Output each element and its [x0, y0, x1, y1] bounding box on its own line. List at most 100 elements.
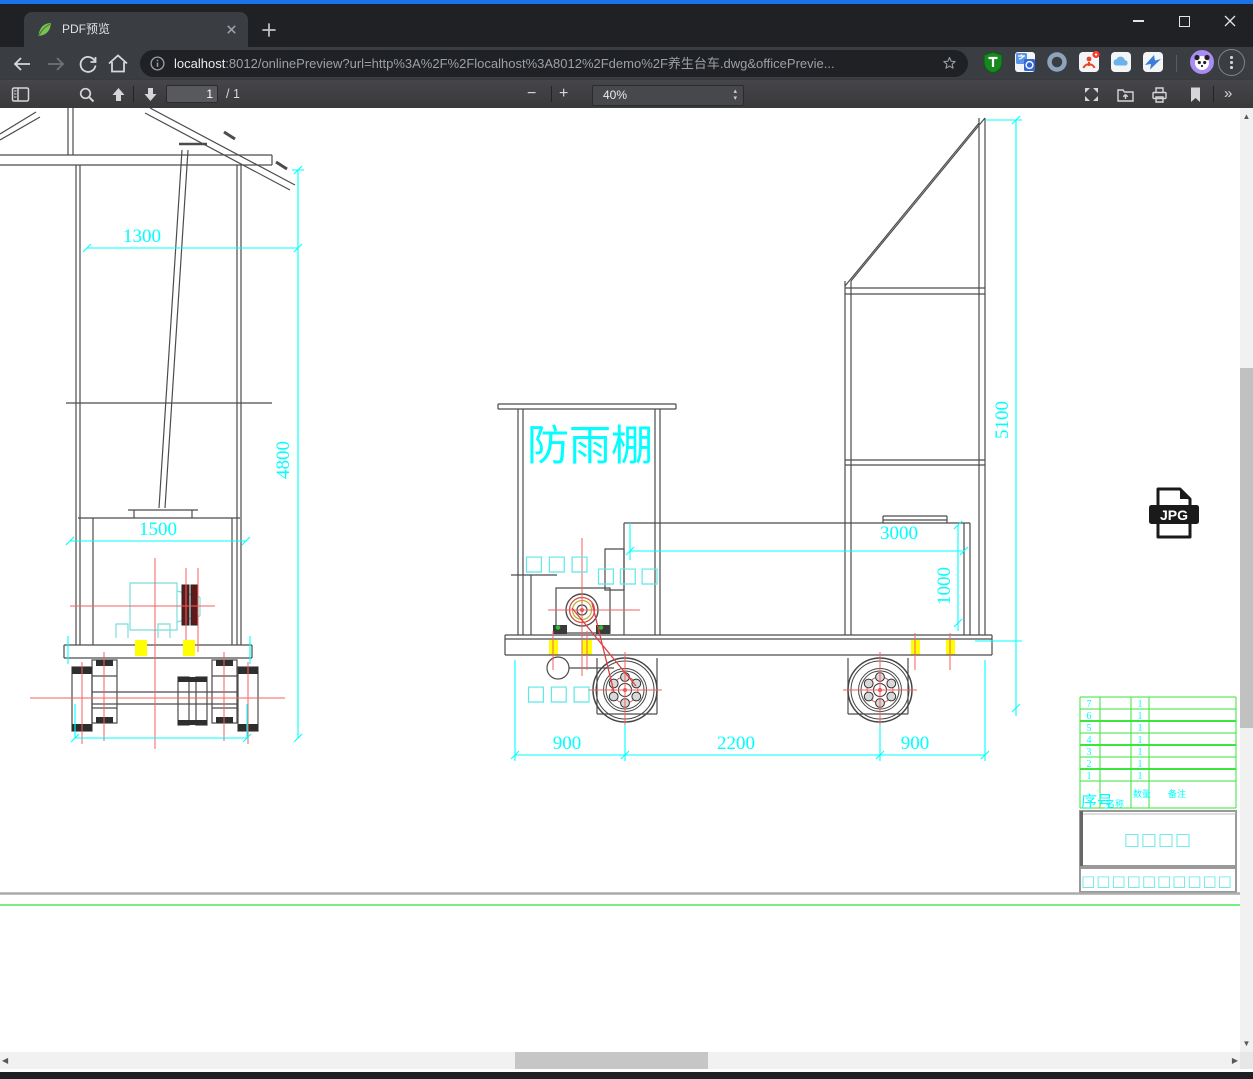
clamp-marks: [135, 640, 955, 656]
title-block-code: □□□□□□□□□□: [1081, 872, 1233, 890]
scroll-left-icon[interactable]: ◀: [2, 1052, 8, 1069]
cloud-icon[interactable]: [1109, 50, 1133, 74]
spinner-icon: ▴ ▾: [733, 87, 737, 102]
bom-no: 7: [1087, 699, 1092, 710]
bom-qty: 1: [1138, 711, 1143, 722]
page-number-input[interactable]: [166, 84, 218, 103]
more-tools-icon[interactable]: »: [1224, 80, 1232, 108]
bookmark-star-icon[interactable]: [941, 55, 958, 72]
scroll-right-icon[interactable]: ▶: [1232, 1052, 1238, 1069]
toolbar-separator: [1213, 86, 1214, 102]
pdf-toolbar: / 1 − + 40% ▴▾ »: [0, 80, 1253, 108]
print-icon[interactable]: [1150, 85, 1169, 104]
tab-close-icon[interactable]: [223, 21, 240, 38]
tab-pdf-preview[interactable]: PDF预览: [24, 12, 248, 47]
url-text[interactable]: localhost:8012/onlinePreview?url=http%3A…: [174, 50, 914, 77]
toolbar-separator: [1176, 55, 1177, 72]
zoom-level-select[interactable]: 40% ▴ ▾: [592, 84, 744, 106]
bom-header-name: 名称: [1106, 798, 1124, 809]
zoom-out-button[interactable]: −: [527, 80, 536, 108]
cad-drawing: 1300 4800 1500 防雨棚 □□□ □□□ □□□ 3000 1000…: [0, 108, 1240, 906]
zoom-in-button[interactable]: +: [559, 80, 568, 108]
bom-no: 3: [1087, 747, 1092, 758]
bom-no: 6: [1087, 711, 1092, 722]
bom-qty: 1: [1138, 759, 1143, 770]
bom-qty: 1: [1138, 747, 1143, 758]
back-icon[interactable]: [9, 51, 35, 77]
close-window-button[interactable]: [1207, 4, 1253, 38]
minimize-button[interactable]: [1115, 4, 1161, 38]
scroll-up-icon[interactable]: ▲: [1240, 110, 1253, 123]
address-bar[interactable]: localhost:8012/onlinePreview?url=http%3A…: [140, 50, 968, 77]
url-path: :8012/onlinePreview?url=http%3A%2F%2Floc…: [225, 56, 835, 71]
front-view: [0, 108, 296, 732]
reload-icon[interactable]: [75, 51, 101, 77]
bom-qty: 1: [1138, 699, 1143, 710]
dim-1500: 1500: [139, 519, 177, 540]
shed-label: 防雨棚: [527, 422, 653, 469]
horizontal-scrollbar[interactable]: ◀ ▶: [0, 1052, 1240, 1069]
window-bottom-edge: [0, 1072, 1253, 1079]
page-up-icon[interactable]: [109, 85, 128, 104]
bom-qty: 1: [1138, 771, 1143, 782]
translate-icon[interactable]: [1013, 50, 1037, 74]
sidebar-toggle-icon[interactable]: [11, 85, 30, 104]
url-host: localhost: [174, 56, 226, 71]
extension-red-figure-icon[interactable]: [1077, 50, 1101, 74]
search-icon[interactable]: [77, 85, 96, 104]
scroll-down-icon[interactable]: ▼: [1240, 1037, 1253, 1050]
tampermonkey-icon[interactable]: [981, 50, 1005, 74]
vertical-scrollbar[interactable]: ▲ ▼: [1240, 108, 1253, 1052]
panda-icon: [1194, 54, 1210, 70]
bom-qty: 1: [1138, 723, 1143, 734]
bom-qty: 1: [1138, 735, 1143, 746]
forward-icon[interactable]: [43, 51, 69, 77]
maximize-button[interactable]: [1161, 4, 1207, 38]
browser-window: PDF预览 localhost:8012/onlinePreview?url=h…: [0, 0, 1253, 1079]
dim-900-front: 900: [553, 733, 582, 754]
toolbar-separator: [551, 86, 552, 102]
info-icon[interactable]: [150, 56, 165, 71]
maximize-icon: [1178, 15, 1190, 27]
dim-2200: 2200: [717, 733, 755, 754]
front-view-fills: [72, 660, 258, 731]
dim-5100: 5100: [992, 401, 1013, 439]
bom-values: 7 6 5 4 3 2 1 1 1 1 1 1 1 1 序号 名称 数量 备注: [1081, 699, 1186, 811]
bom-no: 1: [1087, 771, 1092, 782]
bird-icon[interactable]: [1141, 50, 1165, 74]
bom-no: 5: [1087, 723, 1092, 734]
new-tab-button[interactable]: [258, 19, 280, 41]
dim-1300: 1300: [123, 226, 161, 247]
leaf-favicon-icon: [38, 23, 51, 36]
bookmark-icon[interactable]: [1186, 85, 1205, 104]
proxy-omega-icon[interactable]: [1045, 50, 1069, 74]
profile-avatar[interactable]: [1190, 50, 1214, 74]
open-file-icon[interactable]: [1116, 85, 1135, 104]
toolbar-separator: [133, 86, 134, 102]
zoom-level-value: 40%: [603, 87, 628, 102]
dim-900-rear: 900: [901, 733, 930, 754]
browser-menu-icon[interactable]: [1218, 49, 1245, 76]
placeholder-text: □□□: [526, 681, 595, 705]
pdf-page: 1300 4800 1500 防雨棚 □□□ □□□ □□□ 3000 1000…: [0, 108, 1240, 1052]
jpg-label: JPG: [1160, 507, 1188, 523]
bom-table: [1079, 696, 1237, 809]
coupling-disc: [190, 584, 199, 626]
dim-3000: 3000: [880, 523, 918, 544]
scrollbar-corner: [1240, 1052, 1253, 1069]
horizontal-scrollbar-thumb[interactable]: [515, 1052, 708, 1069]
home-icon[interactable]: [105, 51, 131, 77]
page-count-label: / 1: [226, 87, 240, 101]
vertical-scrollbar-thumb[interactable]: [1240, 368, 1253, 728]
bom-header-note: 备注: [1168, 788, 1186, 799]
placeholder-text: □□□: [596, 563, 662, 587]
tab-title: PDF预览: [62, 22, 111, 36]
bom-no: 4: [1087, 735, 1092, 746]
dim-4800: 4800: [273, 441, 294, 479]
side-view: [497, 117, 993, 715]
page-down-icon[interactable]: [141, 85, 160, 104]
minimize-icon: [1132, 20, 1144, 22]
presentation-mode-icon[interactable]: [1082, 85, 1101, 104]
tab-bar: PDF预览: [0, 4, 1253, 47]
bom-no: 2: [1087, 759, 1092, 770]
